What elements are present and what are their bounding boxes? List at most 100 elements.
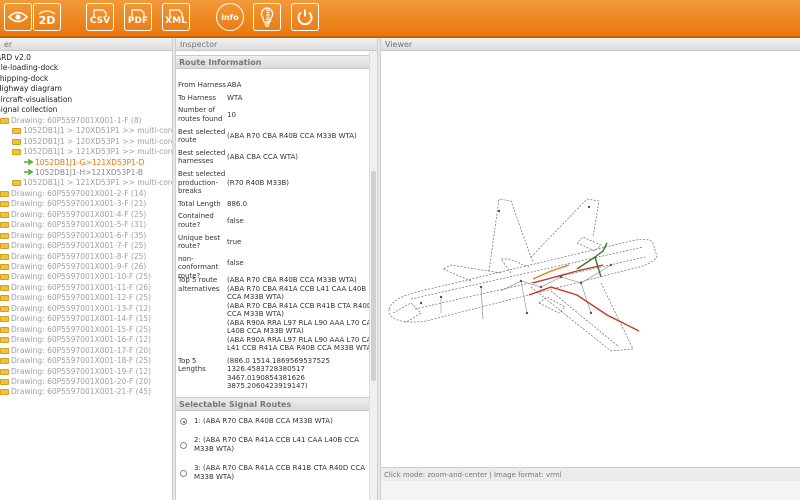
- tree-item-label: Drawing: 60P5597001X001-7-F (25): [11, 241, 147, 251]
- property-value-line: (ABA R70 CBA R41A CCB R41B CTA R40D: [227, 301, 370, 310]
- info-button[interactable]: info: [216, 3, 244, 31]
- tree-item-label: Highway diagram: [0, 84, 62, 94]
- route-option-label: 1: (ABA R70 CBA R40B CCA M33B WTA): [194, 417, 368, 426]
- tree-folder-item[interactable]: Drawing: 60P5597001X001-9-F (26): [0, 262, 146, 272]
- viewer-header: Viewer: [381, 38, 800, 51]
- tree-folder-item[interactable]: 1052DB1J1 > 121XD53P1 >> multi-core (2): [12, 178, 172, 188]
- tree-folder-item[interactable]: Drawing: 60P5597001X001-17-F (20): [0, 346, 151, 356]
- inspector-scrollbar[interactable]: [369, 51, 377, 500]
- route-radio[interactable]: [180, 418, 187, 425]
- tree-signal-item[interactable]: 1052DB1J1-G>121XD53P1-D: [24, 158, 144, 168]
- folder-icon: [0, 326, 9, 333]
- tree-folder-item[interactable]: Drawing: 60P5597001X001-14-F (15): [0, 314, 151, 324]
- explorer-header: er: [0, 38, 172, 51]
- tree-folder-item[interactable]: Drawing: 60P5597001X001-7-F (25): [0, 241, 146, 251]
- viewer-footer: [381, 481, 800, 500]
- tree-item-label: Signal collection: [0, 105, 58, 115]
- tree-item-label: Drawing: 60P5597001X001-6-F (35): [11, 230, 147, 240]
- property-label: Best selected route: [178, 127, 226, 145]
- tree-item-label: 1052DB1J1 > 121XD53P1 >> multi-core (2): [23, 147, 172, 157]
- tree-folder-item[interactable]: Drawing: 60P5597001X001-19-F (12): [0, 367, 151, 377]
- route-option-line: M33B WTA): [194, 445, 235, 453]
- property-value: true: [227, 238, 367, 247]
- aircraft-model[interactable]: [381, 51, 800, 467]
- property-value-line: false: [227, 259, 244, 268]
- folder-icon: [0, 253, 9, 260]
- tree-item-label: Drawing: 60P5597001X001-16-F (12): [11, 335, 152, 345]
- property-value: (ABA CBA CCA WTA): [227, 153, 367, 162]
- property-label: Best selected production-breaks: [178, 170, 226, 195]
- tree-folder-item[interactable]: Drawing: 60P5597001X001-1-F (8): [0, 116, 142, 126]
- property-value-line: (ABA R70 CBA R41A CCB L41 CAA L40B: [227, 284, 367, 293]
- tree-folder-item[interactable]: Drawing: 60P5597001X001-20-F (20): [0, 377, 151, 387]
- tree-folder-item[interactable]: Drawing: 60P5597001X001-12-F (25): [0, 293, 151, 303]
- export-csv-button[interactable]: CSV: [86, 3, 114, 31]
- 2d-label: 2D: [38, 13, 56, 27]
- route-option-line: 2: (ABA R70 CBA R41A CCB L41 CAA L40B CC…: [194, 436, 359, 444]
- tree-item-label: 1052DB1J1-G>121XD53P1-D: [35, 157, 145, 167]
- tree-folder-item[interactable]: Drawing: 60P5597001X001-15-F (25): [0, 325, 151, 335]
- tree-item-label: ARD v2.0: [0, 53, 31, 62]
- folder-icon: [0, 368, 9, 375]
- tree-item[interactable]: aircraft-visualisation: [0, 95, 72, 105]
- folder-icon: [0, 117, 9, 124]
- property-value: WTA: [227, 94, 367, 103]
- folder-icon: [12, 180, 21, 187]
- tree-folder-item[interactable]: Drawing: 60P5597001X001-18-F (25): [0, 356, 151, 366]
- tree-folder-item[interactable]: Drawing: 60P5597001X001-2-F (14): [0, 189, 146, 199]
- tree-folder-item[interactable]: Drawing: 60P5597001X001-21-F (45): [0, 387, 151, 397]
- property-value-line: L41 CCB R41A CBA R40B CCA M33B WTA): [227, 344, 370, 352]
- inspector-scroll-thumb[interactable]: [371, 171, 376, 381]
- tree-folder-item[interactable]: Drawing: 60P5597001X001-10-F (25): [0, 272, 151, 282]
- folder-icon: [0, 295, 9, 302]
- tree-folder-item[interactable]: 1052DB1J1 > 121XD53P1 >> multi-core (2): [12, 147, 172, 157]
- view-button[interactable]: [4, 3, 32, 31]
- tree-folder-item[interactable]: Drawing: 60P5597001X001-13-F (12): [0, 304, 151, 314]
- tree-item[interactable]: file-loading-dock: [0, 63, 58, 73]
- tree-item[interactable]: Highway diagram: [0, 84, 62, 94]
- tree-item-label: Drawing: 60P5597001X001-18-F (25): [11, 356, 152, 366]
- signal-arrow-icon: [24, 158, 33, 165]
- tree-folder-item[interactable]: 1052DB1J1 > 120XD53P1 >> multi-core (2): [12, 137, 172, 147]
- about-button[interactable]: about: [253, 3, 281, 31]
- route-radio[interactable]: [180, 441, 187, 449]
- tree-folder-item[interactable]: Drawing: 60P5597001X001-3-F (21): [0, 199, 146, 209]
- tree-item-label: Drawing: 60P5597001X001-14-F (15): [11, 314, 152, 324]
- 2d-button[interactable]: 2D: [33, 3, 61, 31]
- folder-icon: [0, 232, 9, 239]
- folder-icon: [0, 211, 9, 218]
- tree-folder-item[interactable]: Drawing: 60P5597001X001-16-F (12): [0, 335, 151, 345]
- tree-item-label: 1052DB1J1-H>121XD53P1-B: [35, 167, 144, 177]
- tree-signal-item[interactable]: 1052DB1J1-H>121XD53P1-B: [24, 168, 143, 178]
- tree-item[interactable]: shipping-dock: [0, 74, 48, 84]
- folder-icon: [12, 149, 21, 156]
- route-radio[interactable]: [180, 469, 187, 477]
- tree-folder-item[interactable]: Drawing: 60P5597001X001-8-F (25): [0, 252, 146, 262]
- folder-icon: [0, 190, 9, 197]
- tree-folder-item[interactable]: 1052DB1J1 > 120XD51P1 >> multi-core (2): [12, 126, 172, 136]
- property-value-line: (ABA R90A RRA L97 RLA L90 AAA L70 CAA: [227, 335, 370, 344]
- tree-item-label: Drawing: 60P5597001X001-20-F (20): [11, 376, 152, 386]
- tree-item-label: Drawing: 60P5597001X001-5-F (31): [11, 220, 147, 230]
- export-xml-button[interactable]: XML: [162, 3, 190, 31]
- property-value: (ABA R70 CBA R40B CCA M33B WTA) (ABA R70 …: [227, 276, 370, 353]
- folder-icon: [0, 347, 9, 354]
- tree-item-label: Drawing: 60P5597001X001-17-F (20): [11, 345, 152, 355]
- tree-item[interactable]: ARD v2.0: [0, 53, 31, 63]
- tree-item-label: 1052DB1J1 > 121XD53P1 >> multi-core (2): [23, 178, 172, 188]
- property-value-line: CCA M33B WTA): [227, 310, 284, 318]
- tree-folder-item[interactable]: Drawing: 60P5597001X001-11-F (26): [0, 283, 151, 293]
- tree-item-label: Drawing: 60P5597001X001-21-F (45): [11, 387, 152, 397]
- route-option-line: 1: (ABA R70 CBA R40B CCA M33B WTA): [194, 417, 333, 425]
- tree-item[interactable]: Signal collection: [0, 105, 57, 115]
- tree-folder-item[interactable]: Drawing: 60P5597001X001-5-F (31): [0, 220, 146, 230]
- power-button[interactable]: [291, 3, 319, 31]
- tree-folder-item[interactable]: Drawing: 60P5597001X001-4-F (25): [0, 210, 146, 220]
- 3d-viewer[interactable]: [381, 51, 800, 467]
- folder-icon: [0, 274, 9, 281]
- folder-icon: [0, 243, 9, 250]
- tree-folder-item[interactable]: Drawing: 60P5597001X001-6-F (35): [0, 231, 146, 241]
- tree-item-label: Drawing: 60P5597001X001-15-F (25): [11, 324, 152, 334]
- export-pdf-button[interactable]: PDF: [124, 3, 152, 31]
- route-option-label: 2: (ABA R70 CBA R41A CCB L41 CAA L40B CC…: [194, 436, 368, 454]
